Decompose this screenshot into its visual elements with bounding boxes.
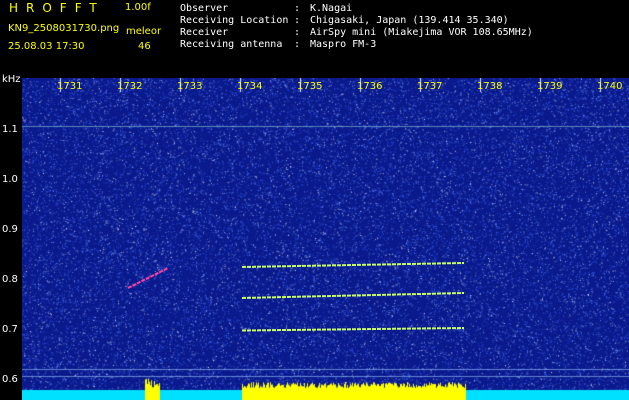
y-tick-label: 1.1 (2, 124, 18, 135)
x-tick-label: 1732 (117, 81, 143, 92)
x-tick-label: 1735 (297, 81, 323, 92)
y-tick-label: 0.8 (2, 274, 18, 285)
y-tick-label: 0.6 (2, 374, 18, 385)
meteor-echo-trace (127, 267, 169, 289)
x-tick-label: 1738 (477, 81, 503, 92)
x-tick-label: 1740 (597, 81, 623, 92)
x-tick-label: 1734 (237, 81, 263, 92)
doppler-trace (241, 327, 465, 332)
x-tick-label: 1733 (177, 81, 203, 92)
doppler-trace (241, 292, 465, 299)
y-axis-unit: kHz (2, 74, 21, 85)
x-tick-label: 1739 (537, 81, 563, 92)
y-tick-label: 1.0 (2, 174, 18, 185)
spectrogram-overlay (127, 262, 465, 332)
x-tick-label: 1731 (57, 81, 83, 92)
doppler-trace (241, 262, 465, 268)
x-tick-label: 1736 (357, 81, 383, 92)
x-tick-label: 1737 (417, 81, 443, 92)
y-tick-label: 0.7 (2, 324, 18, 335)
y-tick-label: 0.9 (2, 224, 18, 235)
